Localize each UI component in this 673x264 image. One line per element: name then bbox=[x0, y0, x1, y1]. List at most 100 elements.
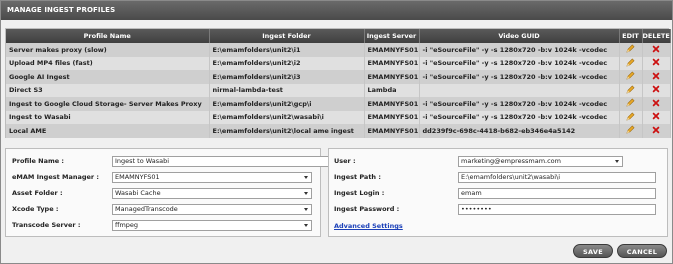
xcode-type-value: ManagedTranscode bbox=[115, 205, 178, 213]
cancel-button[interactable]: CANCEL bbox=[617, 244, 667, 258]
column-header-edit: EDIT bbox=[619, 29, 643, 43]
column-header-ingest-folder[interactable]: Ingest Folder bbox=[209, 29, 365, 43]
video-guid-cell: -i "eSourceFile" -y -s 1280x720 -b:v 102… bbox=[419, 110, 620, 124]
transcode-server-select[interactable]: ffmpeg bbox=[112, 220, 312, 231]
ingest-manager-row: eMAM Ingest Manager : EMAMNYFS01 bbox=[12, 172, 318, 183]
ingest-folder-cell: nirmal-lambda-test bbox=[209, 83, 365, 97]
transcode-server-value: ffmpeg bbox=[115, 221, 139, 229]
profile-name-row: Profile Name : Ingest to Wasabi bbox=[12, 156, 337, 167]
profile-details-panel: Profile Name : Ingest to Wasabi eMAM Ing… bbox=[5, 148, 337, 237]
pencil-icon[interactable] bbox=[626, 71, 635, 82]
ingest-login-input[interactable]: emam bbox=[458, 188, 656, 199]
user-row: User : marketing@empressmam.com bbox=[334, 156, 664, 167]
delete-x-icon[interactable] bbox=[652, 85, 660, 95]
ingest-manager-label: eMAM Ingest Manager : bbox=[12, 173, 99, 181]
user-label: User : bbox=[334, 157, 356, 165]
delete-cell bbox=[642, 83, 671, 97]
user-value: marketing@empressmam.com bbox=[461, 157, 561, 165]
table-row[interactable]: Server makes proxy (slow) E:\emamfolders\… bbox=[6, 43, 671, 57]
ingest-folder-cell: E:\emamfolders\unit2\i1 bbox=[209, 43, 365, 57]
ingest-credentials-panel: User : marketing@empressmam.com Ingest P… bbox=[328, 148, 668, 237]
column-header-profile-name[interactable]: Profile Name bbox=[6, 29, 210, 43]
ingest-server-cell: EMAMNYFS01 bbox=[364, 124, 420, 138]
pencil-icon[interactable] bbox=[626, 125, 635, 136]
xcode-type-select[interactable]: ManagedTranscode bbox=[112, 204, 312, 215]
ingest-server-cell: EMAMNYFS01 bbox=[364, 43, 420, 57]
video-guid-cell: -i "eSourceFile" -y -s 1280x720 -b:v 102… bbox=[419, 97, 620, 111]
chevron-down-icon bbox=[304, 176, 308, 179]
asset-folder-value: Wasabi Cache bbox=[115, 189, 161, 197]
delete-cell bbox=[642, 97, 671, 111]
column-header-video-guid[interactable]: Video GUID bbox=[419, 29, 620, 43]
transcode-server-label: Transcode Server : bbox=[12, 221, 81, 229]
edit-cell bbox=[619, 97, 643, 111]
advanced-settings-link[interactable]: Advanced Settings bbox=[334, 222, 403, 230]
asset-folder-row: Asset Folder : Wasabi Cache bbox=[12, 188, 318, 199]
delete-x-icon[interactable] bbox=[652, 58, 660, 68]
ingest-folder-cell: E:\emamfolders\unit2\wasabi\i bbox=[209, 110, 365, 124]
ingest-server-cell: EMAMNYFS01 bbox=[364, 56, 420, 70]
ingest-password-label: Ingest Password : bbox=[334, 205, 400, 213]
transcode-server-row: Transcode Server : ffmpeg bbox=[12, 220, 318, 231]
edit-cell bbox=[619, 124, 643, 138]
table-header-row: Profile Name Ingest Folder Ingest Server… bbox=[6, 29, 671, 43]
user-select[interactable]: marketing@empressmam.com bbox=[458, 156, 623, 167]
xcode-type-label: Xcode Type : bbox=[12, 205, 59, 213]
chevron-down-icon bbox=[304, 208, 308, 211]
delete-x-icon[interactable] bbox=[652, 126, 660, 136]
table-row[interactable]: Ingest to Google Cloud Storage- Server M… bbox=[6, 97, 671, 111]
table-row[interactable]: Google AI Ingest E:\emamfolders\unit2\i3 E… bbox=[6, 70, 671, 84]
ingest-server-cell: EMAMNYFS01 bbox=[364, 110, 420, 124]
delete-x-icon[interactable] bbox=[652, 99, 660, 109]
video-guid-cell: -i "eSourceFile" -y -s 1280x720 -b:v 102… bbox=[419, 70, 620, 84]
chevron-down-icon bbox=[615, 160, 619, 163]
delete-cell bbox=[642, 70, 671, 84]
asset-folder-label: Asset Folder : bbox=[12, 189, 63, 197]
delete-cell bbox=[642, 124, 671, 138]
pencil-icon[interactable] bbox=[626, 112, 635, 123]
column-header-delete: DELETE bbox=[642, 29, 671, 43]
video-guid-cell: -i "eSourceFile" -y -s 1280x720 -b:v 102… bbox=[419, 43, 620, 57]
ingest-login-row: Ingest Login : emam bbox=[334, 188, 664, 199]
profiles-table: Profile Name Ingest Folder Ingest Server… bbox=[6, 29, 671, 138]
delete-cell bbox=[642, 56, 671, 70]
manage-ingest-profiles-dialog: MANAGE INGEST PROFILES Profile Name Inge… bbox=[0, 0, 673, 264]
table-row[interactable]: Upload MP4 files (fast) E:\emamfolders\un… bbox=[6, 56, 671, 70]
ingest-folder-cell: E:\emamfolders\unit2\i2 bbox=[209, 56, 365, 70]
pencil-icon[interactable] bbox=[626, 58, 635, 69]
profile-name-cell: Server makes proxy (slow) bbox=[6, 43, 210, 57]
delete-x-icon[interactable] bbox=[652, 72, 660, 82]
xcode-type-row: Xcode Type : ManagedTranscode bbox=[12, 204, 318, 215]
dialog-title: MANAGE INGEST PROFILES bbox=[1, 1, 672, 20]
pencil-icon[interactable] bbox=[626, 44, 635, 55]
delete-cell bbox=[642, 43, 671, 57]
asset-folder-select[interactable]: Wasabi Cache bbox=[112, 188, 312, 199]
ingest-path-input[interactable]: E:\emamfolders\unit2\wasabi\i bbox=[458, 172, 656, 183]
ingest-folder-cell: E:\emamfolders\unit2\local ame ingest bbox=[209, 124, 365, 138]
ingest-password-row: Ingest Password : •••••••• bbox=[334, 204, 664, 215]
profile-name-cell: Local AME bbox=[6, 124, 210, 138]
save-button[interactable]: SAVE bbox=[573, 244, 613, 258]
delete-x-icon[interactable] bbox=[652, 112, 660, 122]
ingest-manager-value: EMAMNYFS01 bbox=[115, 173, 160, 181]
pencil-icon[interactable] bbox=[626, 98, 635, 109]
profiles-table-container: Profile Name Ingest Folder Ingest Server… bbox=[5, 28, 671, 138]
table-row[interactable]: Ingest to Wasabi E:\emamfolders\unit2\was… bbox=[6, 110, 671, 124]
pencil-icon[interactable] bbox=[626, 85, 635, 96]
ingest-server-cell: EMAMNYFS01 bbox=[364, 70, 420, 84]
ingest-password-input[interactable]: •••••••• bbox=[458, 204, 656, 215]
table-row[interactable]: Direct S3 nirmal-lambda-test Lambda bbox=[6, 83, 671, 97]
ingest-manager-select[interactable]: EMAMNYFS01 bbox=[112, 172, 312, 183]
ingest-server-cell: EMAMNYFS01 bbox=[364, 97, 420, 111]
delete-x-icon[interactable] bbox=[652, 45, 660, 55]
chevron-down-icon bbox=[304, 192, 308, 195]
video-guid-cell bbox=[419, 83, 620, 97]
column-header-ingest-server[interactable]: Ingest Server bbox=[364, 29, 420, 43]
profile-name-cell: Ingest to Google Cloud Storage- Server M… bbox=[6, 97, 210, 111]
table-row[interactable]: Local AME E:\emamfolders\unit2\local ame … bbox=[6, 124, 671, 138]
ingest-server-cell: Lambda bbox=[364, 83, 420, 97]
edit-cell bbox=[619, 110, 643, 124]
profile-name-input[interactable]: Ingest to Wasabi bbox=[112, 156, 337, 167]
edit-cell bbox=[619, 56, 643, 70]
ingest-path-row: Ingest Path : E:\emamfolders\unit2\wasab… bbox=[334, 172, 664, 183]
